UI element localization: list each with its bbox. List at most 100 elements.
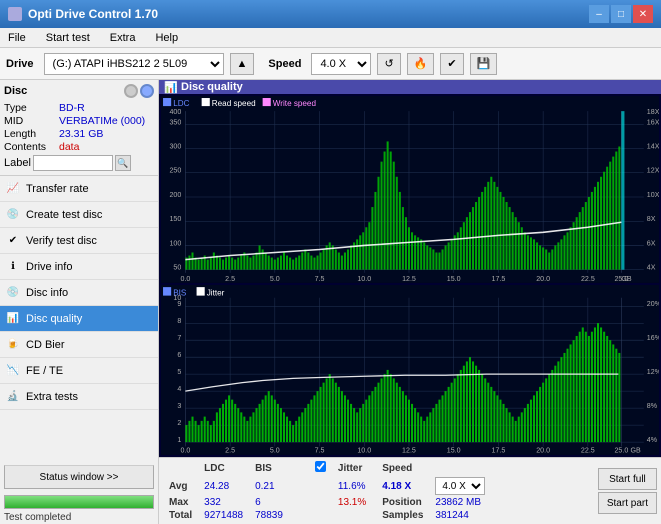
svg-text:12%: 12%	[647, 367, 659, 376]
svg-text:Write speed: Write speed	[273, 99, 316, 108]
svg-text:10.0: 10.0	[357, 275, 371, 283]
stats-table: LDC BIS Jitter Speed Avg 24.28 0.21	[163, 460, 491, 522]
stats-max-label: Max	[163, 496, 198, 509]
svg-text:5: 5	[177, 367, 181, 376]
save-button[interactable]: 💾	[470, 53, 498, 75]
sidebar-item-fe-te[interactable]: 📉 FE / TE	[0, 358, 158, 384]
svg-text:15.0: 15.0	[447, 446, 461, 455]
sidebar-item-drive-info[interactable]: ℹ Drive info	[0, 254, 158, 280]
stats-total-bis: 78839	[249, 509, 289, 522]
svg-text:4: 4	[177, 384, 181, 393]
disc-panel-title: Disc	[4, 85, 27, 97]
svg-text:7: 7	[177, 333, 181, 342]
sidebar-item-disc-info[interactable]: 💿 Disc info	[0, 280, 158, 306]
create-test-disc-icon: 💿	[6, 208, 20, 222]
svg-text:2.5: 2.5	[225, 275, 235, 283]
stats-samples-value: 381244	[429, 509, 491, 522]
svg-text:6X: 6X	[647, 240, 656, 248]
sidebar-item-verify-test-disc[interactable]: ✔ Verify test disc	[0, 228, 158, 254]
disc-contents-value: data	[59, 141, 79, 153]
stats-avg-bis: 0.21	[249, 476, 289, 496]
eject-button[interactable]: ▲	[230, 53, 255, 75]
svg-text:12.5: 12.5	[402, 275, 416, 283]
stats-avg-jitter: 11.6%	[332, 476, 372, 496]
disc-mid-row: MID VERBATIMe (000)	[4, 115, 154, 127]
sidebar-item-create-test-disc[interactable]: 💿 Create test disc	[0, 202, 158, 228]
extra-tests-icon: 🔬	[6, 390, 20, 404]
disc-quality-icon: 📊	[6, 312, 20, 326]
svg-text:17.5: 17.5	[491, 446, 505, 455]
menubar: File Start test Extra Help	[0, 28, 661, 48]
start-part-button[interactable]: Start part	[598, 492, 657, 514]
jitter-checkbox[interactable]	[315, 461, 326, 472]
stats-max-jitter: 13.1%	[332, 496, 372, 509]
svg-text:8X: 8X	[647, 216, 656, 224]
stats-total-label: Total	[163, 509, 198, 522]
svg-text:7.5: 7.5	[315, 275, 325, 283]
sidebar-item-extra-tests[interactable]: 🔬 Extra tests	[0, 384, 158, 410]
stats-max-bis: 6	[249, 496, 289, 509]
svg-text:5.0: 5.0	[270, 275, 280, 283]
menu-starttest[interactable]: Start test	[42, 31, 94, 45]
status-window-button[interactable]: Status window >>	[4, 465, 154, 489]
close-button[interactable]: ✕	[633, 5, 653, 23]
verify-button[interactable]: ✔	[440, 53, 463, 75]
nav-label-cd-bier: CD Bier	[26, 339, 65, 351]
svg-text:10X: 10X	[647, 191, 659, 199]
maximize-button[interactable]: □	[611, 5, 631, 23]
stats-col-ldc: LDC	[198, 460, 249, 476]
refresh-button[interactable]: ↺	[377, 53, 400, 75]
nav-label-fe-te: FE / TE	[26, 365, 63, 377]
sidebar-item-disc-quality[interactable]: 📊 Disc quality	[0, 306, 158, 332]
titlebar-left: Opti Drive Control 1.70	[8, 7, 158, 21]
svg-text:200: 200	[169, 191, 181, 199]
nav-label-disc-info: Disc info	[26, 287, 68, 299]
disc-mid-value: VERBATIMe (000)	[59, 115, 145, 127]
chart-panel-header: 📊 Disc quality	[159, 80, 661, 94]
svg-text:5.0: 5.0	[270, 446, 280, 455]
disc-panel-icon2	[140, 84, 154, 98]
stats-avg-ldc: 24.28	[198, 476, 249, 496]
disc-label-input[interactable]	[33, 155, 113, 171]
svg-text:Jitter: Jitter	[207, 288, 225, 298]
disc-label-button[interactable]: 🔍	[115, 155, 131, 171]
nav-label-drive-info: Drive info	[26, 261, 72, 273]
svg-text:16X: 16X	[647, 119, 659, 127]
progress-bar-container	[4, 495, 154, 509]
menu-help[interactable]: Help	[151, 31, 182, 45]
burn-button[interactable]: 🔥	[407, 53, 435, 75]
stats-speed-dropdown[interactable]: 4.0 X	[435, 477, 485, 495]
disc-mid-label: MID	[4, 115, 59, 127]
disc-panel-header: Disc	[4, 84, 154, 98]
drive-select[interactable]: (G:) ATAPI iHBS212 2 5L09	[44, 53, 224, 75]
menu-extra[interactable]: Extra	[106, 31, 140, 45]
lower-chart-svg: BIS Jitter 1 2 3 4 5 6 7 8 9 10 4%	[161, 285, 659, 455]
sidebar-item-cd-bier[interactable]: 🍺 CD Bier	[0, 332, 158, 358]
speed-select[interactable]: 4.0 X	[311, 53, 371, 75]
disc-length-label: Length	[4, 128, 59, 140]
sidebar-item-transfer-rate[interactable]: 📈 Transfer rate	[0, 176, 158, 202]
svg-text:17.5: 17.5	[492, 275, 506, 283]
svg-text:25.0: 25.0	[614, 446, 628, 455]
transfer-rate-icon: 📈	[6, 182, 20, 196]
stats-col-bis: BIS	[249, 460, 289, 476]
svg-text:2.5: 2.5	[225, 446, 235, 455]
svg-text:0.0: 0.0	[180, 446, 190, 455]
stats-bar: LDC BIS Jitter Speed Avg 24.28 0.21	[159, 457, 661, 524]
svg-text:LDC: LDC	[173, 99, 189, 108]
svg-text:6: 6	[177, 350, 181, 359]
minimize-button[interactable]: –	[589, 5, 609, 23]
svg-text:300: 300	[169, 143, 181, 151]
svg-text:0.0: 0.0	[180, 275, 190, 283]
svg-text:2: 2	[177, 418, 181, 427]
menu-file[interactable]: File	[4, 31, 30, 45]
drive-info-icon: ℹ	[6, 260, 20, 274]
start-full-button[interactable]: Start full	[598, 468, 657, 490]
drive-label: Drive	[6, 58, 34, 70]
svg-text:100: 100	[169, 240, 181, 248]
app-title: Opti Drive Control 1.70	[28, 7, 158, 21]
upper-chart: LDC Read speed Write speed 50 100 150 20…	[161, 96, 659, 283]
svg-text:20.0: 20.0	[536, 275, 550, 283]
svg-text:12X: 12X	[647, 167, 659, 175]
chart-panel-icon: 📊	[165, 81, 177, 93]
